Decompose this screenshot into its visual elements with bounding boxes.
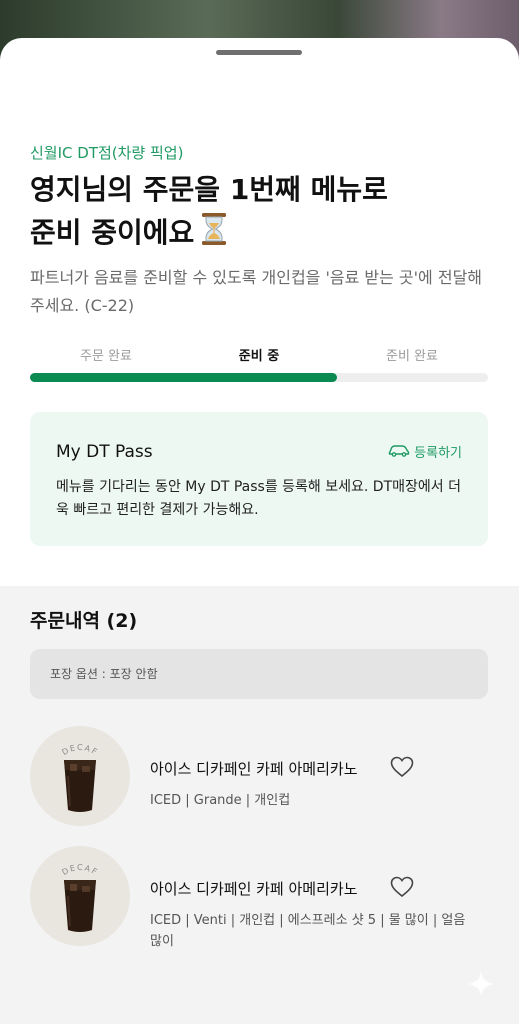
order-item: DECAF 아이스 디카페인 카페 아메리카노 ICED | Venti | 개…	[30, 846, 490, 956]
step-order-complete: 주문 완료	[80, 349, 132, 364]
title-line-2-text: 준비 중이에요	[30, 216, 195, 249]
progress-track	[30, 373, 488, 382]
order-details-title: 주문내역 (2)	[30, 610, 138, 632]
heart-icon[interactable]	[390, 756, 414, 782]
decaf-badge: DECAF	[60, 743, 98, 757]
pass-description: 메뉴를 기다리는 동안 My DT Pass를 등록해 보세요. DT매장에서 …	[56, 479, 461, 518]
title-line-2: 준비 중이에요	[30, 211, 500, 258]
drink-thumbnail: DECAF	[30, 846, 130, 946]
item-name: 아이스 디카페인 카페 아메리카노	[150, 760, 358, 778]
sheet-drag-handle[interactable]	[216, 50, 302, 55]
heart-icon[interactable]	[390, 876, 414, 902]
order-item: DECAF 아이스 디카페인 카페 아메리카노 ICED | Grande | …	[30, 726, 490, 836]
instruction-text: 파트너가 음료를 준비할 수 있도록 개인컵을 '음료 받는 곳'에 전달해 주…	[30, 268, 483, 315]
store-label: 신월IC DT점(차량 픽업)	[30, 144, 184, 162]
car-icon	[388, 443, 410, 461]
svg-text:DECAF: DECAF	[60, 863, 99, 877]
drink-thumbnail: DECAF	[30, 726, 130, 826]
decaf-badge: DECAF	[60, 863, 98, 877]
my-dt-pass-card: My DT Pass 등록하기 메뉴를 기다리는 동안 My DT Pass를 …	[30, 412, 488, 546]
item-options: ICED | Grande | 개인컵	[150, 793, 291, 808]
pass-register-label: 등록하기	[414, 446, 462, 461]
sparkle-icon	[467, 970, 495, 1002]
order-status-sheet: 신월IC DT점(차량 픽업) 영지님의 주문을 1번째 메뉴로 준비 중이에요…	[0, 38, 519, 1024]
progress-fill	[30, 373, 337, 382]
title-line-1: 영지님의 주문을 1번째 메뉴로	[30, 173, 388, 206]
packaging-option-box: 포장 옵션 : 포장 안함	[30, 649, 488, 699]
order-progress-steps: 주문 완료 준비 중 준비 완료	[30, 345, 488, 385]
page-title: 영지님의 주문을 1번째 메뉴로 준비 중이에요	[30, 168, 500, 258]
order-details-section: 주문내역 (2) 포장 옵션 : 포장 안함 DECAF 아이스 디카페인 카페…	[0, 586, 519, 1024]
hourglass-icon	[200, 212, 228, 258]
svg-text:DECAF: DECAF	[60, 743, 99, 757]
pass-register-button[interactable]: 등록하기	[388, 442, 462, 461]
pass-title: My DT Pass	[56, 442, 153, 462]
item-name: 아이스 디카페인 카페 아메리카노	[150, 880, 358, 898]
step-preparing: 준비 중	[238, 349, 280, 364]
item-options: ICED | Venti | 개인컵 | 에스프레소 샷 5 | 물 많이 | …	[150, 913, 466, 949]
step-ready: 준비 완료	[386, 349, 438, 364]
packaging-option-text: 포장 옵션 : 포장 안함	[50, 667, 158, 681]
